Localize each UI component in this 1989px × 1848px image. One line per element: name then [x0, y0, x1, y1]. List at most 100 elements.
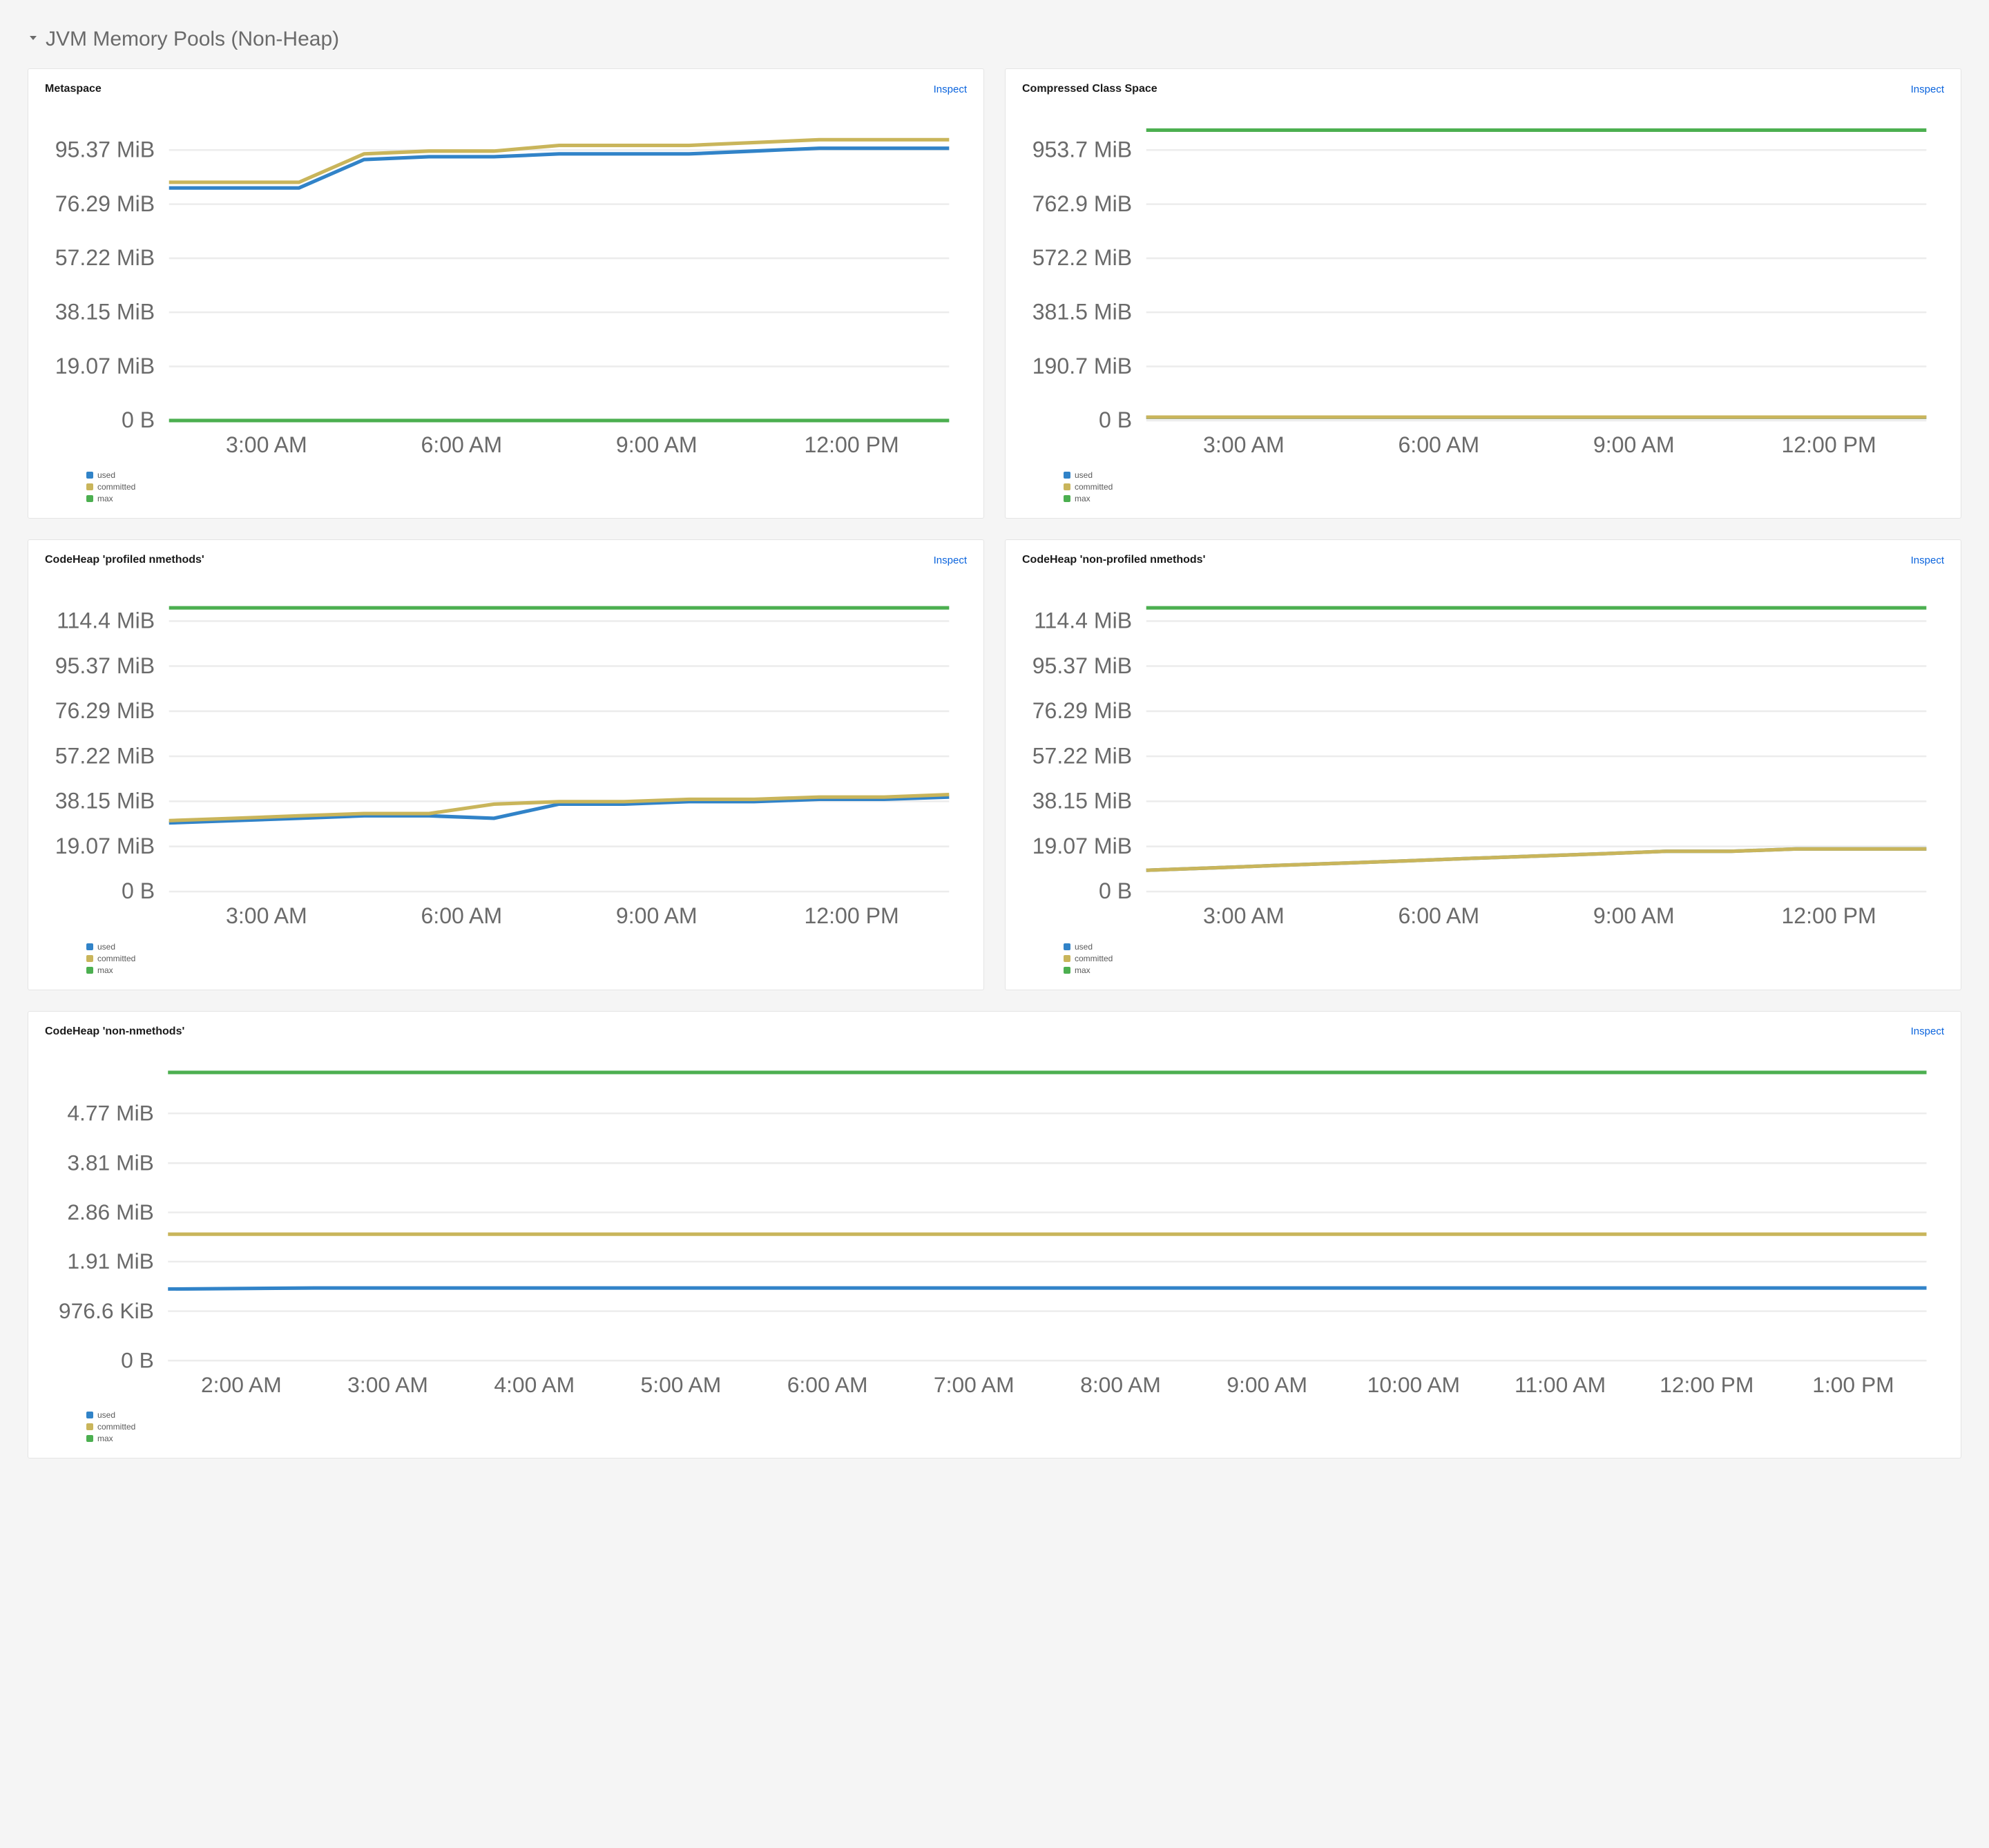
svg-text:12:00 PM: 12:00 PM — [804, 432, 899, 457]
legend-swatch-committed — [1064, 483, 1070, 490]
legend-label: max — [97, 965, 113, 975]
svg-text:7:00 AM: 7:00 AM — [934, 1372, 1015, 1397]
legend-item-committed[interactable]: committed — [86, 954, 967, 963]
legend-item-max[interactable]: max — [86, 494, 967, 503]
legend-item-committed[interactable]: committed — [86, 482, 967, 492]
panel-grid: Metaspace Inspect 0 B19.07 MiB38.15 MiB5… — [28, 68, 1961, 1459]
panel-title: CodeHeap 'non-profiled nmethods' — [1022, 554, 1205, 566]
svg-text:3:00 AM: 3:00 AM — [226, 904, 307, 929]
legend-label: max — [97, 1434, 113, 1443]
legend-item-committed[interactable]: committed — [1064, 954, 1944, 963]
svg-text:3:00 AM: 3:00 AM — [347, 1372, 428, 1397]
panel-header: Metaspace Inspect — [45, 83, 967, 95]
svg-text:114.4 MiB: 114.4 MiB — [57, 608, 155, 633]
svg-text:762.9 MiB: 762.9 MiB — [1032, 191, 1132, 216]
inspect-link[interactable]: Inspect — [934, 555, 967, 566]
svg-text:9:00 AM: 9:00 AM — [1227, 1372, 1307, 1397]
svg-text:19.07 MiB: 19.07 MiB — [55, 834, 155, 858]
legend-swatch-max — [1064, 967, 1070, 974]
legend-label: used — [97, 1410, 115, 1420]
legend-item-used[interactable]: used — [1064, 942, 1944, 952]
svg-text:4:00 AM: 4:00 AM — [494, 1372, 575, 1397]
svg-text:3:00 AM: 3:00 AM — [1203, 904, 1285, 929]
legend-swatch-committed — [1064, 955, 1070, 962]
legend-item-max[interactable]: max — [86, 965, 967, 975]
panel-title: CodeHeap 'profiled nmethods' — [45, 554, 204, 566]
svg-text:76.29 MiB: 76.29 MiB — [55, 191, 155, 216]
svg-text:6:00 AM: 6:00 AM — [787, 1372, 868, 1397]
svg-text:38.15 MiB: 38.15 MiB — [1032, 789, 1132, 814]
svg-text:57.22 MiB: 57.22 MiB — [55, 744, 155, 769]
svg-text:9:00 AM: 9:00 AM — [616, 432, 698, 457]
svg-text:76.29 MiB: 76.29 MiB — [1032, 699, 1132, 724]
panel-nonnmethods: CodeHeap 'non-nmethods' Inspect 0 B976.6… — [28, 1011, 1961, 1459]
legend-item-max[interactable]: max — [1064, 965, 1944, 975]
legend: used committed max — [1022, 470, 1944, 503]
inspect-link[interactable]: Inspect — [1911, 555, 1944, 566]
legend-item-used[interactable]: used — [86, 470, 967, 480]
svg-text:38.15 MiB: 38.15 MiB — [55, 300, 155, 325]
legend-swatch-committed — [86, 1423, 93, 1430]
inspect-link[interactable]: Inspect — [1911, 1026, 1944, 1037]
legend-item-used[interactable]: used — [1064, 470, 1944, 480]
chart: 0 B976.6 KiB1.91 MiB2.86 MiB3.81 MiB4.77… — [45, 1048, 1944, 1399]
svg-text:8:00 AM: 8:00 AM — [1080, 1372, 1161, 1397]
legend-item-used[interactable]: used — [86, 1410, 1944, 1420]
svg-text:3:00 AM: 3:00 AM — [1203, 432, 1285, 457]
legend-item-committed[interactable]: committed — [86, 1422, 1944, 1432]
legend-swatch-used — [86, 943, 93, 950]
legend-label: used — [1075, 470, 1093, 480]
legend-swatch-used — [1064, 472, 1070, 479]
panel-nonprofiled: CodeHeap 'non-profiled nmethods' Inspect… — [1005, 539, 1961, 990]
panel-header: CodeHeap 'profiled nmethods' Inspect — [45, 554, 967, 566]
legend-label: committed — [97, 1422, 135, 1432]
svg-text:2.86 MiB: 2.86 MiB — [67, 1200, 154, 1224]
legend-swatch-max — [86, 1435, 93, 1442]
inspect-link[interactable]: Inspect — [934, 84, 967, 95]
legend-label: max — [1075, 965, 1090, 975]
chevron-down-icon — [28, 32, 39, 48]
svg-text:12:00 PM: 12:00 PM — [1781, 904, 1876, 929]
svg-text:572.2 MiB: 572.2 MiB — [1032, 245, 1132, 270]
legend: used committed max — [1022, 942, 1944, 975]
svg-text:6:00 AM: 6:00 AM — [1398, 904, 1479, 929]
legend-item-max[interactable]: max — [1064, 494, 1944, 503]
svg-text:2:00 AM: 2:00 AM — [201, 1372, 282, 1397]
svg-text:114.4 MiB: 114.4 MiB — [1034, 608, 1132, 633]
svg-text:12:00 PM: 12:00 PM — [1660, 1372, 1753, 1397]
legend-label: committed — [1075, 482, 1113, 492]
svg-text:76.29 MiB: 76.29 MiB — [55, 699, 155, 724]
legend-swatch-max — [1064, 495, 1070, 502]
svg-text:95.37 MiB: 95.37 MiB — [55, 137, 155, 162]
section-title: JVM Memory Pools (Non-Heap) — [46, 28, 339, 51]
svg-text:12:00 PM: 12:00 PM — [804, 904, 899, 929]
svg-text:10:00 AM: 10:00 AM — [1367, 1372, 1460, 1397]
legend: used committed max — [45, 1410, 1944, 1443]
chart: 0 B19.07 MiB38.15 MiB57.22 MiB76.29 MiB9… — [45, 105, 967, 459]
chart: 0 B19.07 MiB38.15 MiB57.22 MiB76.29 MiB9… — [45, 576, 967, 930]
legend-item-committed[interactable]: committed — [1064, 482, 1944, 492]
svg-text:1:00 PM: 1:00 PM — [1812, 1372, 1894, 1397]
svg-text:1.91 MiB: 1.91 MiB — [67, 1249, 154, 1273]
svg-text:953.7 MiB: 953.7 MiB — [1032, 137, 1132, 162]
svg-text:976.6 KiB: 976.6 KiB — [59, 1298, 154, 1323]
legend-label: used — [1075, 942, 1093, 952]
svg-text:6:00 AM: 6:00 AM — [421, 432, 502, 457]
legend-label: used — [97, 942, 115, 952]
legend-swatch-max — [86, 967, 93, 974]
svg-text:5:00 AM: 5:00 AM — [641, 1372, 722, 1397]
section-header[interactable]: JVM Memory Pools (Non-Heap) — [28, 28, 1961, 51]
panel-header: CodeHeap 'non-nmethods' Inspect — [45, 1026, 1944, 1038]
svg-text:19.07 MiB: 19.07 MiB — [55, 354, 155, 378]
svg-text:9:00 AM: 9:00 AM — [1593, 904, 1675, 929]
svg-text:3.81 MiB: 3.81 MiB — [67, 1150, 154, 1175]
panel-metaspace: Metaspace Inspect 0 B19.07 MiB38.15 MiB5… — [28, 68, 984, 519]
inspect-link[interactable]: Inspect — [1911, 84, 1944, 95]
panel-title: Metaspace — [45, 83, 102, 95]
legend-item-used[interactable]: used — [86, 942, 967, 952]
legend-label: max — [1075, 494, 1090, 503]
svg-text:6:00 AM: 6:00 AM — [421, 904, 502, 929]
svg-text:95.37 MiB: 95.37 MiB — [55, 653, 155, 678]
legend-swatch-used — [86, 1412, 93, 1418]
legend-item-max[interactable]: max — [86, 1434, 1944, 1443]
